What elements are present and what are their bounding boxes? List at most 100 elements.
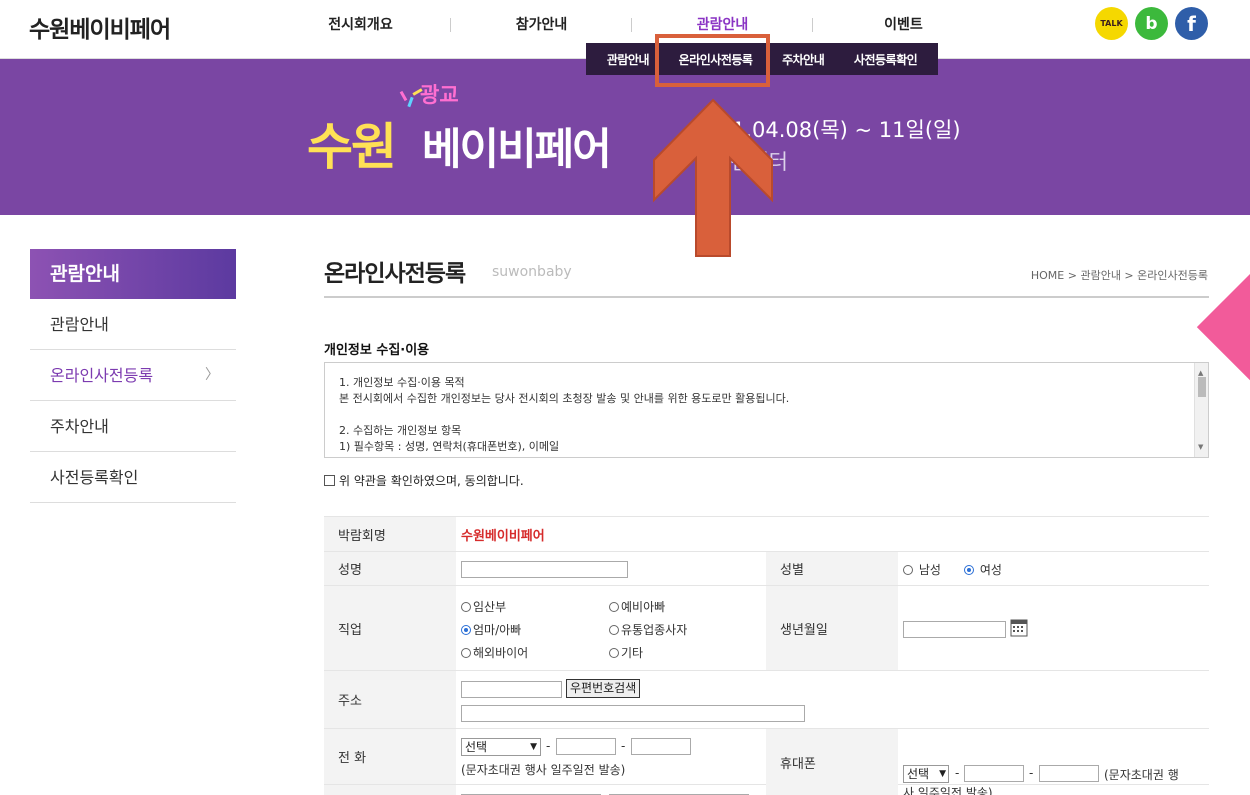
radio-icon[interactable] — [609, 648, 619, 658]
phone-mid-input[interactable] — [556, 738, 616, 755]
dash: - — [955, 766, 960, 780]
highlight-box — [655, 34, 770, 87]
nav-divider — [631, 18, 632, 32]
form-row-fair: 박람회명 수원베이비페어 — [324, 517, 1209, 552]
sidebar-menu: 관람안내 온라인사전등록 〉 주차안내 사전등록확인 — [30, 299, 236, 503]
agree-checkbox[interactable] — [324, 475, 335, 486]
radio-icon[interactable] — [461, 625, 471, 635]
form-row-email — [324, 785, 766, 795]
fair-label: 박람회명 — [324, 517, 456, 551]
policy-line: 2. 수집하는 개인정보 항목 — [339, 424, 462, 437]
phone-label: 전 화 — [324, 729, 456, 784]
radio-icon[interactable] — [609, 625, 619, 635]
agree-row: 위 약관을 확인하였으며, 동의합니다. — [324, 472, 524, 489]
job-option-buyer[interactable]: 해외바이어 — [461, 644, 528, 661]
radio-female[interactable] — [964, 565, 974, 575]
job-option-label: 해외바이어 — [473, 646, 529, 660]
job-option-label: 임산부 — [473, 600, 507, 614]
banner-brand-suwon: 수원 — [307, 118, 397, 176]
title-divider — [324, 296, 1209, 298]
policy-line: 본 전시회에서 수집한 개인정보는 당사 전시회의 초청장 발송 및 안내를 위… — [339, 392, 790, 405]
mobile-last-input[interactable] — [1039, 765, 1099, 782]
nav-divider — [450, 18, 451, 32]
mobile-label: 휴대폰 — [766, 729, 898, 795]
policy-line — [339, 407, 1194, 423]
phone-select-value: 선택 — [465, 740, 488, 754]
submenu-registration-check[interactable]: 사전등록확인 — [854, 51, 918, 68]
job-option-parent[interactable]: 엄마/아빠 — [461, 621, 521, 638]
calendar-icon[interactable] — [1010, 619, 1028, 637]
band-icon[interactable]: b — [1135, 7, 1168, 40]
birth-input[interactable] — [903, 621, 1006, 638]
job-option-distribution[interactable]: 유통업종사자 — [609, 621, 687, 638]
page: { "header":{ "logo":"수원베이비페어", "nav":["전… — [0, 0, 1250, 795]
banner-tag: 광교 — [420, 83, 459, 107]
form-row-job: 직업 임산부 예비아빠 엄마/아빠 유통업종사자 해외바이어 기타 생년월일 — [324, 586, 1209, 671]
sidebar-item-label: 온라인사전등록 — [50, 366, 154, 385]
dash: - — [546, 739, 551, 753]
dash: - — [621, 739, 626, 753]
agree-label: 위 약관을 확인하였으며, 동의합니다. — [339, 474, 524, 488]
radio-male[interactable] — [903, 565, 913, 575]
site-logo[interactable]: 수원베이비페어 — [29, 10, 171, 44]
radio-icon[interactable] — [461, 602, 471, 612]
zipcode-search-button[interactable]: 우편번호검색 — [566, 679, 641, 698]
kakaotalk-icon[interactable]: TALK — [1095, 7, 1128, 40]
chevron-right-icon: 〉 — [205, 367, 219, 383]
policy-textbox[interactable]: 1. 개인정보 수집·이용 목적 본 전시회에서 수집한 개인정보는 당사 전시… — [324, 362, 1209, 458]
confetti-icon — [399, 90, 408, 102]
facebook-icon[interactable]: f — [1175, 7, 1208, 40]
submenu-parking[interactable]: 주차안내 — [782, 51, 825, 68]
gender-option-label: 여성 — [979, 563, 1002, 577]
phone-note: (문자초대권 행사 일주일전 발송) — [461, 763, 626, 777]
email-label — [324, 785, 456, 795]
chevron-down-icon: ▼ — [939, 769, 946, 779]
dash: - — [1029, 766, 1034, 780]
policy-title: 개인정보 수집·이용 — [324, 343, 430, 358]
radio-icon[interactable] — [461, 648, 471, 658]
sidebar-item-registration-check[interactable]: 사전등록확인 — [30, 452, 236, 503]
zipcode-input[interactable] — [461, 681, 562, 698]
address-input[interactable] — [461, 705, 805, 722]
name-input[interactable] — [461, 561, 628, 578]
gender-female-option[interactable]: 여성 — [964, 561, 1002, 578]
sidebar-title: 관람안내 — [30, 249, 236, 299]
sidebar-item-online-registration[interactable]: 온라인사전등록 〉 — [30, 350, 236, 401]
page-title: 온라인사전등록 — [324, 261, 466, 287]
scroll-down-icon[interactable]: ▼ — [1198, 439, 1203, 455]
sidebar-item-label: 사전등록확인 — [50, 468, 139, 487]
chevron-down-icon: ▼ — [530, 742, 537, 752]
hero-banner: 광교 수원 베이비페어 1.04.08(목) ~ 11일(일) 션센터 — [0, 59, 1250, 215]
gender-male-option[interactable]: 남성 — [903, 561, 941, 578]
phone-last-input[interactable] — [631, 738, 691, 755]
job-option-dad-to-be[interactable]: 예비아빠 — [609, 598, 665, 615]
page-subtitle: suwonbaby — [492, 264, 572, 280]
policy-line: 1. 개인정보 수집·이용 목적 — [339, 376, 465, 389]
job-option-label: 엄마/아빠 — [473, 623, 522, 637]
address-label: 주소 — [324, 671, 456, 728]
floating-badge[interactable] — [1196, 272, 1250, 383]
badge-shape — [1196, 272, 1250, 383]
job-label: 직업 — [324, 586, 456, 670]
radio-icon[interactable] — [609, 602, 619, 612]
birth-label: 생년월일 — [766, 586, 898, 670]
job-option-etc[interactable]: 기타 — [609, 644, 643, 661]
phone-prefix-select[interactable]: 선택 ▼ — [461, 738, 541, 756]
mobile-select-value: 선택 — [907, 767, 930, 781]
mobile-prefix-select[interactable]: 선택 ▼ — [903, 765, 949, 783]
nav-exhibition[interactable]: 전시회개요 — [270, 0, 451, 50]
nav-divider — [812, 18, 813, 32]
sidebar-item-label: 주차안내 — [50, 417, 109, 436]
mobile-note-cont: 사 일주일전 발송) — [903, 786, 993, 795]
gender-option-label: 남성 — [918, 563, 941, 577]
submenu-visit-info[interactable]: 관람안내 — [607, 51, 650, 68]
job-option-label: 기타 — [621, 646, 644, 660]
name-label: 성명 — [324, 552, 456, 585]
mobile-mid-input[interactable] — [964, 765, 1024, 782]
job-option-pregnant[interactable]: 임산부 — [461, 598, 506, 615]
form-row-mobile: 휴대폰 선택 ▼ - - (문자초대권 행 사 일주일전 발송) — [766, 729, 1209, 795]
gender-label: 성별 — [766, 552, 898, 585]
sidebar-item-parking[interactable]: 주차안내 — [30, 401, 236, 452]
sidebar-item-visit-info[interactable]: 관람안내 — [30, 299, 236, 350]
mobile-note: (문자초대권 행 — [1104, 768, 1179, 782]
